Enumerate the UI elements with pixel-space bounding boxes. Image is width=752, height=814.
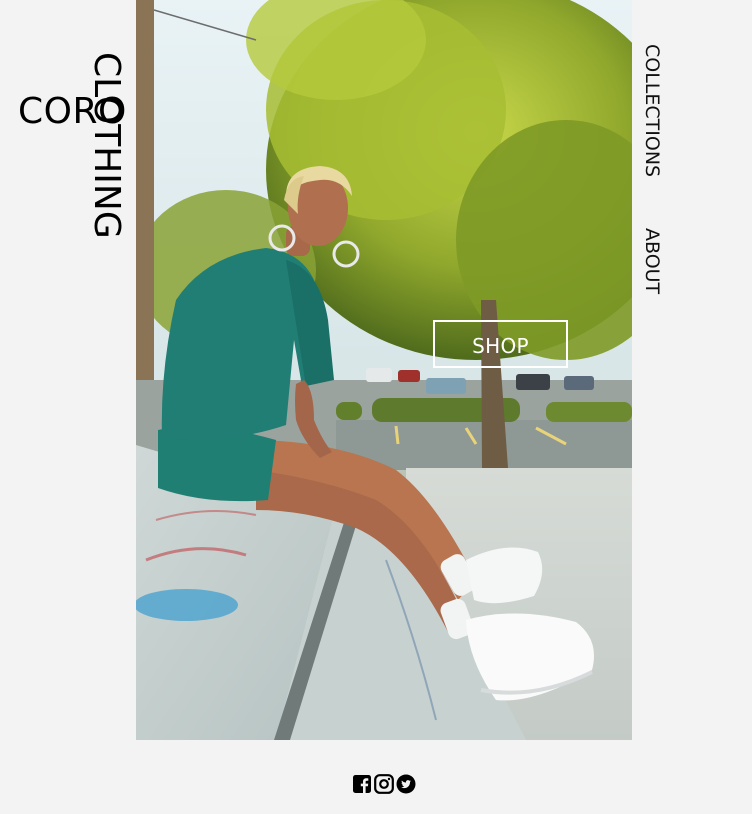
social-links [352,774,416,794]
brand-logo-clothing[interactable]: CLOTHING [86,52,127,239]
nav-item-collections[interactable]: COLLECTIONS [636,44,668,177]
instagram-icon[interactable] [374,774,394,794]
hero-image [136,0,632,740]
twitter-icon[interactable] [396,774,416,794]
hero-photo-illustration [136,0,632,740]
nav-item-about[interactable]: ABOUT [636,228,668,294]
shop-button[interactable]: SHOP [433,320,568,368]
facebook-icon[interactable] [352,774,372,794]
